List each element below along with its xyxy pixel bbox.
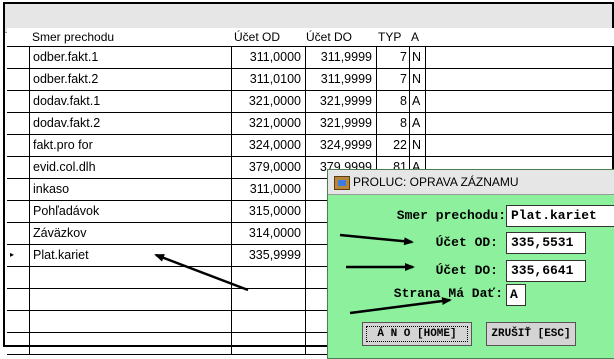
- arrow-to-plat-kariet: [154, 253, 249, 292]
- arrow-to-strana: [349, 297, 452, 315]
- annotation-arrows: [154, 233, 452, 315]
- arrow-to-ucet-od: [339, 233, 414, 246]
